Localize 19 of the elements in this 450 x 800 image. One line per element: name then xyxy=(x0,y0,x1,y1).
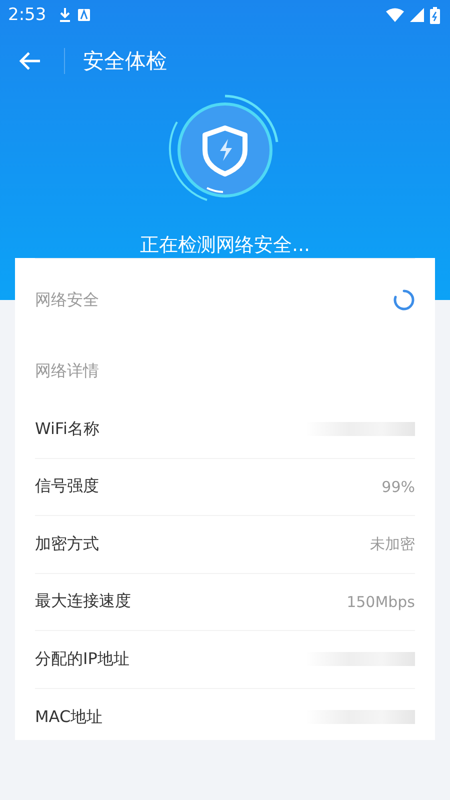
page-title: 安全体检 xyxy=(83,48,167,75)
app-notification-icon xyxy=(78,9,90,21)
row-label: 信号强度 xyxy=(35,476,99,498)
download-icon xyxy=(58,7,72,23)
wifi-icon xyxy=(386,8,404,22)
row-label: MAC地址 xyxy=(35,706,103,728)
row-value: 99% xyxy=(382,478,415,496)
row-value: 150Mbps xyxy=(346,592,415,611)
row-value: 未加密 xyxy=(370,534,415,554)
scan-status-text: 正在检测网络安全... xyxy=(140,233,310,258)
signal-icon xyxy=(410,8,424,22)
row-label: WiFi名称 xyxy=(35,418,100,440)
status-time: 2:53 xyxy=(8,5,46,25)
row-label: 最大连接速度 xyxy=(35,591,131,612)
check-label: 网络安全 xyxy=(35,290,99,310)
row-label: 分配的IP地址 xyxy=(35,648,130,670)
row-label: 加密方式 xyxy=(35,534,99,555)
battery-icon xyxy=(430,6,440,24)
section-title: 网络详情 xyxy=(35,360,100,382)
